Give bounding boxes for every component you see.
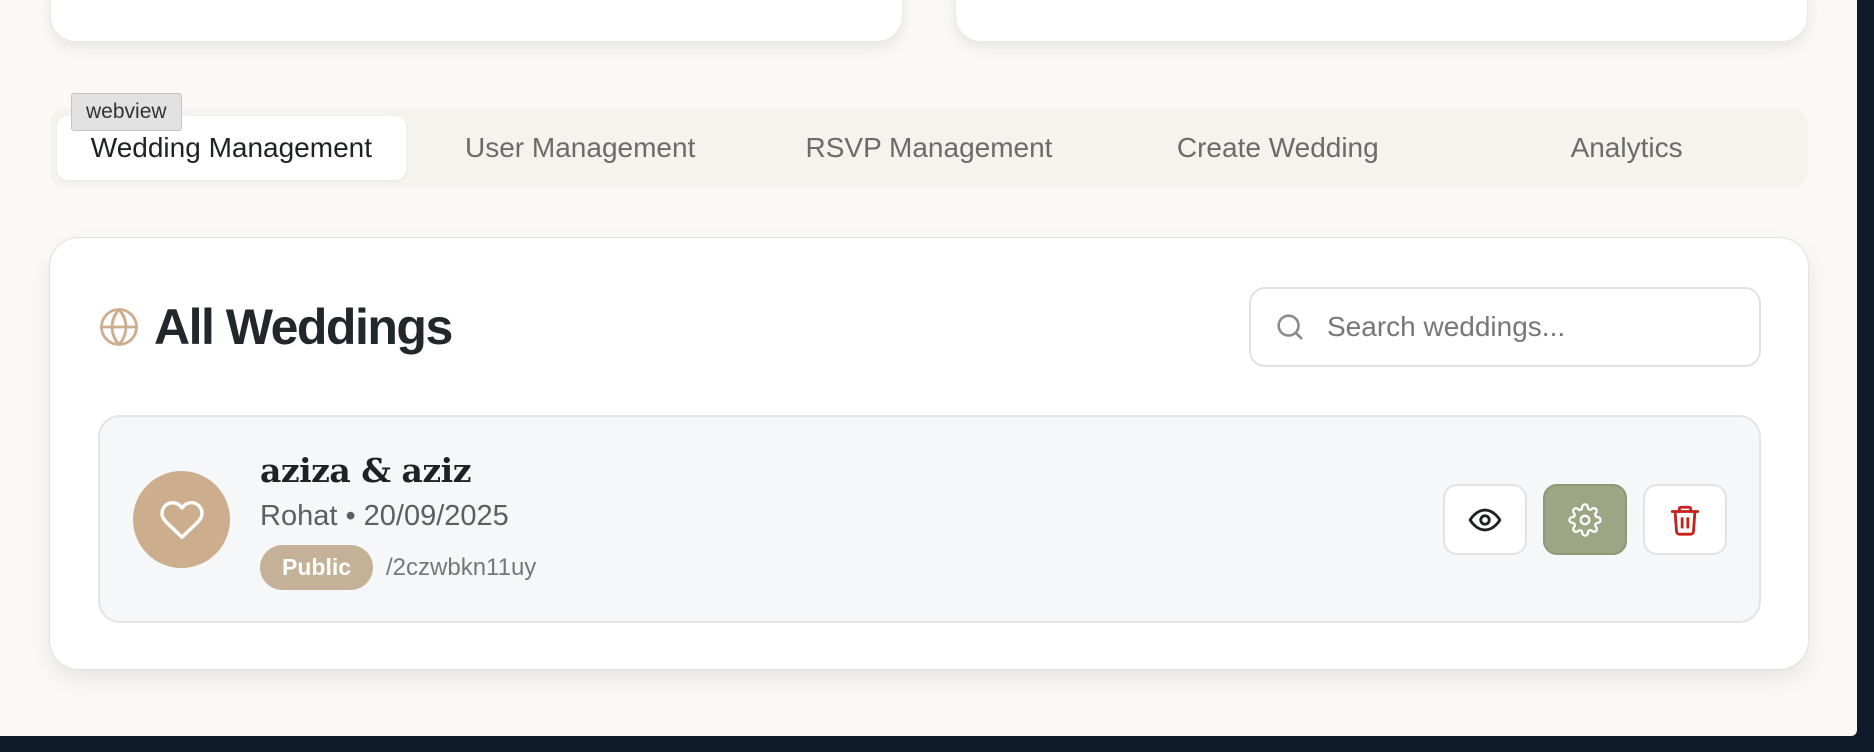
trash-icon [1670,505,1700,536]
heart-icon [159,500,204,539]
avatar [133,471,230,568]
top-card-right [955,0,1808,42]
tab-rsvp-management[interactable]: RSVP Management [755,116,1104,180]
search-box[interactable] [1249,287,1761,367]
panel-header: All Weddings [98,298,453,356]
status-badge: Public [260,545,374,590]
page: Wedding Management User Management RSVP … [0,0,1857,736]
eye-icon [1468,508,1502,531]
search-input[interactable] [1327,311,1727,343]
tab-create-wedding[interactable]: Create Wedding [1103,116,1452,180]
wedding-meta: Rohat • 20/09/2025 [260,500,509,532]
settings-button[interactable] [1543,484,1627,555]
webview-tooltip: webview [71,93,182,131]
gear-icon [1568,502,1602,537]
wedding-slug: /2czwbkn11uy [386,554,537,581]
tab-analytics[interactable]: Analytics [1452,116,1801,180]
tab-bar: Wedding Management User Management RSVP … [50,109,1808,187]
search-icon [1277,314,1303,340]
wedding-list-item: aziza & aziz Rohat • 20/09/2025 Public /… [98,415,1761,623]
view-button[interactable] [1443,484,1527,555]
top-card-left [50,0,903,42]
delete-button[interactable] [1643,484,1727,555]
page-title: All Weddings [154,299,453,355]
globe-icon [100,308,138,346]
all-weddings-panel: All Weddings aziza & aziz Rohat • 20/09/… [49,237,1809,670]
tab-user-management[interactable]: User Management [406,116,755,180]
couple-name: aziza & aziz [260,451,471,490]
